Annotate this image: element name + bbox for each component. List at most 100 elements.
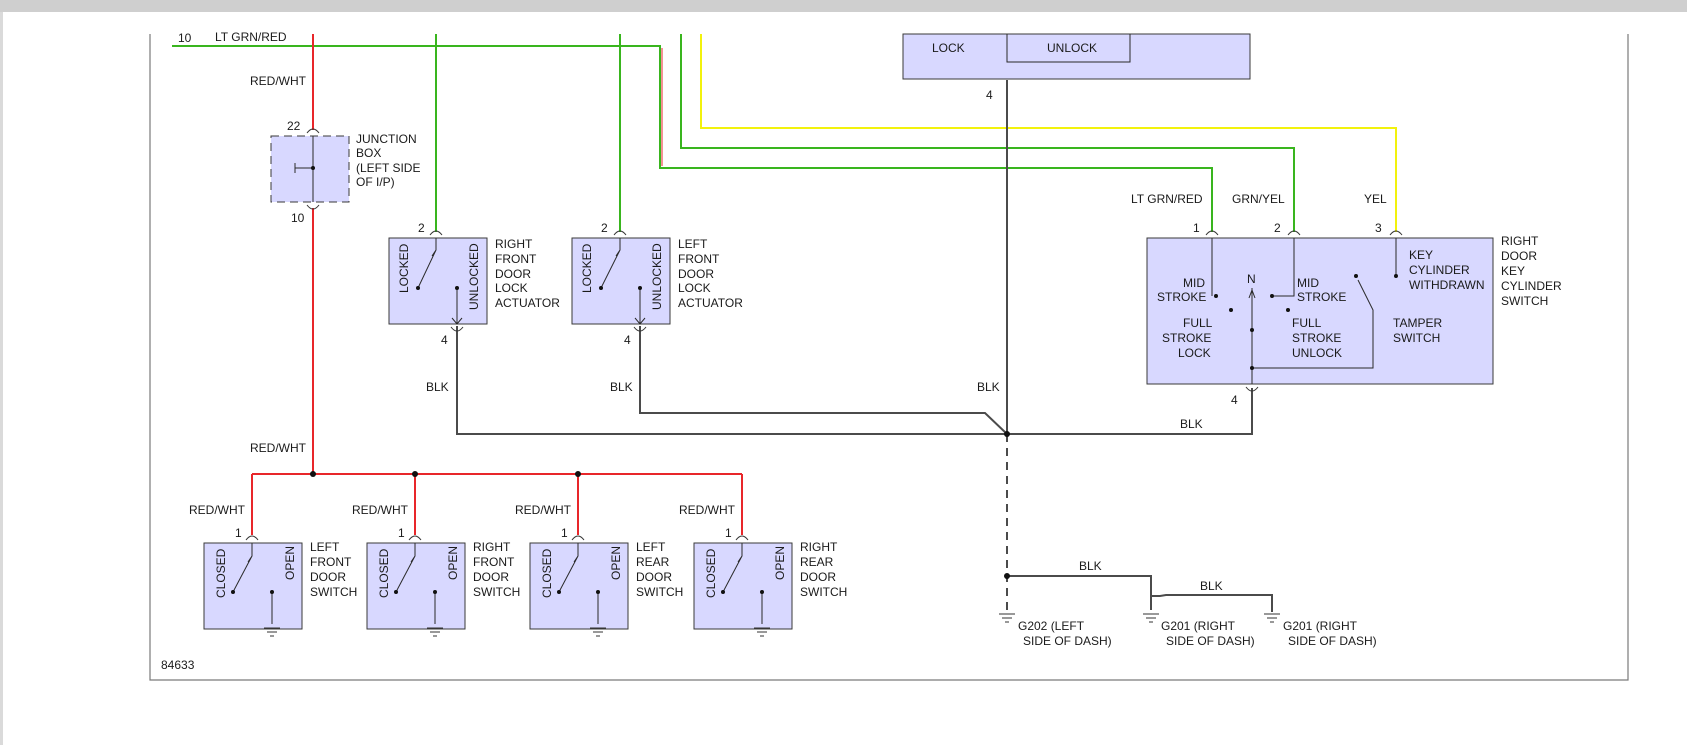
- door-switch-1-dot-b: [270, 590, 274, 594]
- actuator-2-dot-a: [599, 286, 603, 290]
- key-switch-dot-5: [1250, 328, 1254, 332]
- right-door-key-cylinder-switch: 1 2 3 4 MID STROKE MID STROKE N FULL STR…: [1146, 221, 1562, 407]
- wire-blk-horizontal: [456, 326, 1253, 435]
- splice-red-2: [412, 471, 418, 477]
- splice-red-3: [575, 471, 581, 477]
- door-switch-4-open: OPEN: [773, 546, 787, 580]
- actuator-1-label-2: FRONT: [495, 252, 537, 266]
- junction-label-4: OF I/P): [356, 175, 395, 189]
- door-switch-3-dot-a: [557, 590, 561, 594]
- key-switch-dot-2: [1270, 294, 1274, 298]
- door-switch-1-label-1: LEFT: [310, 540, 340, 554]
- ground-g201b-label-1: G201 (RIGHT: [1283, 619, 1358, 633]
- actuator-1-label-4: LOCK: [495, 281, 528, 295]
- junction-node: [311, 166, 315, 170]
- wire-label-redwht-2: RED/WHT: [352, 503, 409, 517]
- door-switch-3-pin: 1: [561, 526, 568, 540]
- splice-blk-1: [1004, 431, 1010, 437]
- door-switch-1-label-3: DOOR: [310, 570, 346, 584]
- wiring-diagram: 10 LT GRN/RED LOCK UNLOCK 4 RED/WHT RED/…: [149, 30, 1629, 681]
- key-switch-pin-2: 2: [1274, 221, 1281, 235]
- door-switch-3-terminal: [571, 535, 585, 541]
- right-front-door-lock-actuator: LOCKED UNLOCKED 2 4 RIGHT FRONT DOOR LOC…: [388, 221, 560, 347]
- key-switch-dot-7: [1394, 274, 1398, 278]
- actuator-1-label-1: RIGHT: [495, 237, 533, 251]
- left-rear-door-switch: CLOSED OPEN 1 LEFT REAR DOOR SWITCH: [529, 526, 683, 637]
- ground-g202-icon: [999, 613, 1015, 623]
- mid-stroke-left-2: STROKE: [1157, 290, 1206, 304]
- door-switch-2-terminal: [408, 535, 422, 541]
- actuator-1-locked: LOCKED: [397, 243, 411, 293]
- key-switch-label-2: DOOR: [1501, 249, 1537, 263]
- wire-label-ltgrnred: LT GRN/RED: [1131, 192, 1203, 206]
- full-unlock-3: UNLOCK: [1292, 346, 1342, 360]
- mid-stroke-right-2: STROKE: [1297, 290, 1346, 304]
- key-withdrawn-3: WITHDRAWN: [1409, 278, 1485, 292]
- wire-blk-lf: [639, 326, 1008, 435]
- partial-unlock-label: UNLOCK: [1047, 41, 1097, 55]
- left-front-door-switch: CLOSED OPEN 1 LEFT FRONT DOOR SWITCH: [203, 526, 357, 637]
- junction-label-1: JUNCTION: [356, 132, 417, 146]
- door-switch-3-label-3: DOOR: [636, 570, 672, 584]
- ground-g202-label-2: SIDE OF DASH): [1023, 634, 1112, 648]
- door-switch-4-terminal: [735, 535, 749, 541]
- splice-red-1: [310, 471, 316, 477]
- actuator-2-pin-bottom: 4: [624, 333, 631, 347]
- door-switch-4-dot-a: [721, 590, 725, 594]
- junction-box-body: [270, 135, 350, 203]
- door-switch-3-label-2: REAR: [636, 555, 670, 569]
- key-withdrawn-2: CYLINDER: [1409, 263, 1470, 277]
- key-switch-label-4: CYLINDER: [1501, 279, 1562, 293]
- actuator-1-label-3: DOOR: [495, 267, 531, 281]
- door-switch-2-pin: 1: [398, 526, 405, 540]
- door-switch-1-open: OPEN: [283, 546, 297, 580]
- key-switch-label-3: KEY: [1501, 264, 1525, 278]
- full-lock-1: FULL: [1183, 316, 1213, 330]
- mid-stroke-left-1: MID: [1183, 276, 1205, 290]
- door-switch-2-label-1: RIGHT: [473, 540, 511, 554]
- key-switch-body: [1146, 237, 1494, 385]
- door-switch-4-label-2: REAR: [800, 555, 834, 569]
- ground-g201a-icon: [1143, 613, 1159, 623]
- actuator-2-label-5: ACTUATOR: [678, 296, 743, 310]
- key-switch-pin-1: 1: [1193, 221, 1200, 235]
- actuator-1-unlocked: UNLOCKED: [467, 243, 481, 310]
- junction-box: 22 10 JUNCTION BOX (LEFT SIDE OF I/P): [270, 119, 420, 225]
- tamper-1: TAMPER: [1393, 316, 1442, 330]
- actuator-1-dot-a: [416, 286, 420, 290]
- full-unlock-2: STROKE: [1292, 331, 1341, 345]
- right-front-door-switch: CLOSED OPEN 1 RIGHT FRONT DOOR SWITCH: [366, 526, 520, 637]
- full-lock-2: STROKE: [1162, 331, 1211, 345]
- partial-wire-label: LT GRN/RED: [215, 30, 287, 44]
- key-switch-label-5: SWITCH: [1501, 294, 1548, 308]
- key-switch-pin-3: 3: [1375, 221, 1382, 235]
- actuator-2-dot-b: [638, 286, 642, 290]
- wire-blk-g201b: [1151, 594, 1273, 612]
- door-switch-4-pin: 1: [725, 526, 732, 540]
- partial-lock-label: LOCK: [932, 41, 965, 55]
- door-switch-2-closed: CLOSED: [377, 548, 391, 598]
- door-switch-3-open: OPEN: [609, 546, 623, 580]
- junction-pin-top: 22: [287, 119, 301, 133]
- door-switch-3-label-1: LEFT: [636, 540, 666, 554]
- actuator-1-dot-b: [455, 286, 459, 290]
- door-switch-1-dot-a: [231, 590, 235, 594]
- door-switch-4-closed: CLOSED: [704, 548, 718, 598]
- wire-label-redwht-4: RED/WHT: [679, 503, 736, 517]
- actuator-2-label-1: LEFT: [678, 237, 708, 251]
- ground-g201b-label-2: SIDE OF DASH): [1288, 634, 1377, 648]
- junction-pin-bottom: 10: [291, 211, 305, 225]
- wire-label-redwht-1: RED/WHT: [189, 503, 246, 517]
- door-switch-2-label-3: DOOR: [473, 570, 509, 584]
- wire-label-redwht-3: RED/WHT: [515, 503, 572, 517]
- key-switch-dot-6: [1250, 366, 1254, 370]
- figure-number: 84633: [161, 658, 195, 672]
- left-front-door-lock-actuator: LOCKED UNLOCKED 2 4 LEFT FRONT DOOR LOCK…: [571, 221, 743, 347]
- wire-blk-g201a: [1007, 575, 1152, 610]
- wire-label-grnyel: GRN/YEL: [1232, 192, 1285, 206]
- door-switch-4-label-3: DOOR: [800, 570, 836, 584]
- wire-label-redwht-top: RED/WHT: [250, 74, 307, 88]
- actuator-1-label-5: ACTUATOR: [495, 296, 560, 310]
- wire-label-blk-2: BLK: [610, 380, 633, 394]
- door-switch-2-dot-a: [394, 590, 398, 594]
